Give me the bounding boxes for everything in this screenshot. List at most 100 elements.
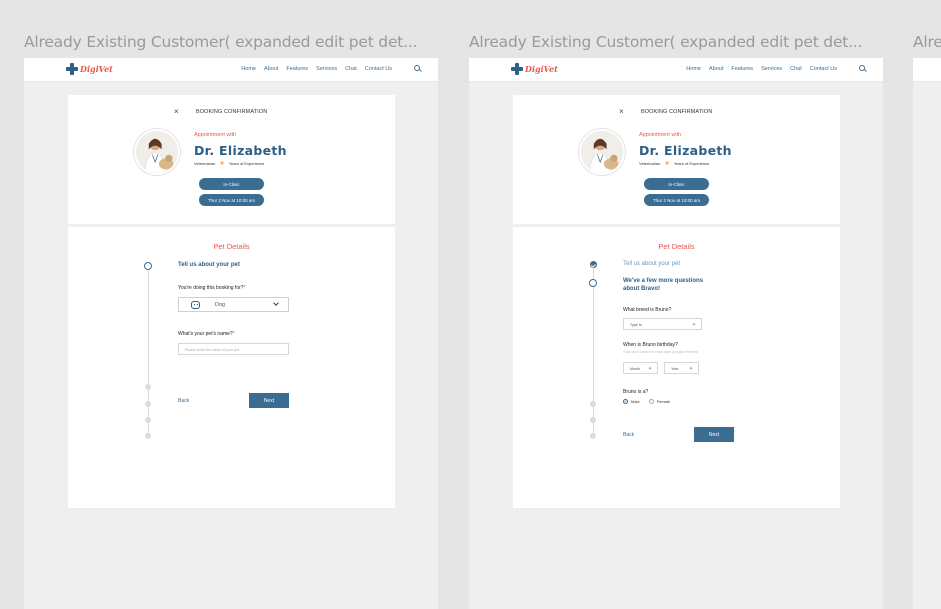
step-indicator (145, 401, 151, 407)
booking-title: BOOKING CONFIRMATION (196, 109, 268, 115)
dog-icon (191, 301, 200, 309)
step-indicator (590, 433, 596, 439)
required-mark: * (243, 285, 246, 291)
nav-link-contact[interactable]: Contact Us (810, 66, 837, 72)
booking-card: × BOOKING CONFIRMATION Appointment with … (513, 95, 840, 224)
star-icon: ★ (219, 161, 225, 167)
vet-cross-icon (511, 63, 523, 75)
doctor-avatar (134, 129, 180, 175)
datetime-pill[interactable]: Thur 2 Nov at 10:00 am (644, 194, 709, 206)
frame-title-2: Already Existing Customer( expanded edit… (469, 33, 863, 51)
appointment-with-label: Appointment with (639, 132, 682, 138)
birthday-help: If you don't know the exact date, just g… (623, 350, 698, 354)
chevron-down-icon (689, 366, 693, 370)
month-value: Month (630, 367, 640, 371)
step-indicator-done (590, 261, 597, 268)
frame-partial (913, 58, 941, 609)
pet-name-input[interactable]: Please enter the name of your pet (178, 343, 289, 355)
pet-details-card: Pet Details Tell us about your pet You'r… (68, 227, 395, 508)
pet-details-title: Pet Details (658, 242, 695, 251)
specialty: Veterinarian (639, 161, 661, 166)
gender-question: Bruno is a? (623, 389, 649, 395)
pet-name-label: What's your pet's name? (178, 331, 233, 337)
appointment-with-label: Appointment with (194, 132, 237, 138)
chevron-down-icon (273, 300, 279, 306)
experience: Years of Experience (673, 161, 710, 166)
nav-link-about[interactable]: About (264, 66, 278, 72)
gender-option-male[interactable]: Male (623, 399, 640, 405)
next-button[interactable]: Next (694, 427, 734, 442)
logo[interactable]: DigiVet (511, 63, 558, 75)
frame-title-1: Already Existing Customer( expanded edit… (24, 33, 418, 51)
nav-links: Home About Features Services Chat Contac… (241, 66, 392, 72)
nav-link-home[interactable]: Home (241, 66, 256, 72)
frame-title-3: Alre (913, 33, 941, 51)
year-value: Year (671, 367, 679, 371)
doctor-avatar (579, 129, 625, 175)
doctor-name: Dr. Elizabeth (194, 143, 287, 158)
year-select[interactable]: Year (664, 362, 699, 374)
doctor-meta: Veterinarian ★ Years of Experience (639, 160, 709, 167)
nav-link-services[interactable]: Services (316, 66, 337, 72)
navbar: DigiVet Home About Features Services Cha… (469, 58, 883, 82)
vet-cross-icon (66, 63, 78, 75)
pet-type-value: Dog (215, 302, 226, 308)
chevron-down-icon (692, 322, 696, 326)
pet-details-title: Pet Details (213, 242, 250, 251)
booking-title: BOOKING CONFIRMATION (641, 109, 713, 115)
pet-details-card: Pet Details Tell us about your pet We've… (513, 227, 840, 508)
doctor-meta: Veterinarian ★ Years of Experience (194, 160, 264, 167)
booking-for-label: You're doing this booking for? (178, 285, 244, 291)
nav-link-chat[interactable]: Chat (345, 66, 357, 72)
doctor-name: Dr. Elizabeth (639, 143, 732, 158)
logo-text: DigiVet (80, 64, 113, 74)
month-select[interactable]: Month (623, 362, 658, 374)
nav-link-about[interactable]: About (709, 66, 723, 72)
stepper-line (593, 265, 594, 437)
booking-card: × BOOKING CONFIRMATION Appointment with … (68, 95, 395, 224)
search-icon[interactable] (414, 65, 420, 71)
birthday-question: When is Bruno birthday? (623, 342, 678, 348)
back-link[interactable]: Back (623, 432, 634, 438)
gender-radio-group: Male Female (623, 399, 671, 405)
breed-input[interactable]: Type to (623, 318, 702, 330)
mode-pill[interactable]: In-Clinic (644, 178, 709, 190)
booking-for-question: You're doing this booking for?* (178, 285, 246, 291)
step-heading-done: Tell us about your pet (623, 261, 681, 267)
frame-pet-details-step2: DigiVet Home About Features Services Cha… (469, 58, 883, 609)
step-heading: We've a few more questions about Bravo! (623, 278, 704, 292)
back-link[interactable]: Back (178, 398, 189, 404)
radio-checked-icon (623, 399, 628, 405)
gender-option-female[interactable]: Female (648, 399, 671, 405)
step-indicator-active (144, 262, 152, 270)
step-indicator (145, 417, 151, 423)
search-icon[interactable] (859, 65, 865, 71)
close-icon[interactable]: × (174, 107, 179, 116)
gender-label-female: Female (656, 399, 671, 404)
logo-text: DigiVet (525, 64, 558, 74)
required-mark: * (232, 331, 235, 337)
nav-link-chat[interactable]: Chat (790, 66, 802, 72)
nav-links: Home About Features Services Chat Contac… (686, 66, 837, 72)
logo[interactable]: DigiVet (66, 63, 113, 75)
next-button[interactable]: Next (249, 393, 289, 408)
mode-pill[interactable]: In-Clinic (199, 178, 264, 190)
experience: Years of Experience (228, 161, 265, 166)
breed-placeholder: Type to (630, 323, 642, 327)
step-indicator (590, 401, 596, 407)
nav-link-features[interactable]: Features (731, 66, 753, 72)
datetime-pill[interactable]: Thur 2 Nov at 10:00 am (199, 194, 264, 206)
navbar: DigiVet Home About Features Services Cha… (24, 58, 438, 82)
nav-link-home[interactable]: Home (686, 66, 701, 72)
nav-link-contact[interactable]: Contact Us (365, 66, 392, 72)
star-icon: ★ (664, 161, 670, 167)
specialty: Veterinarian (194, 161, 216, 166)
breed-question: What breed is Bruno? (623, 307, 672, 313)
close-icon[interactable]: × (619, 107, 624, 116)
step-heading: Tell us about your pet (178, 262, 240, 268)
chevron-down-icon (648, 366, 652, 370)
pet-type-select[interactable]: Dog (178, 297, 289, 312)
nav-link-features[interactable]: Features (286, 66, 308, 72)
nav-link-services[interactable]: Services (761, 66, 782, 72)
frame-pet-details-step1: DigiVet Home About Features Services Cha… (24, 58, 438, 609)
